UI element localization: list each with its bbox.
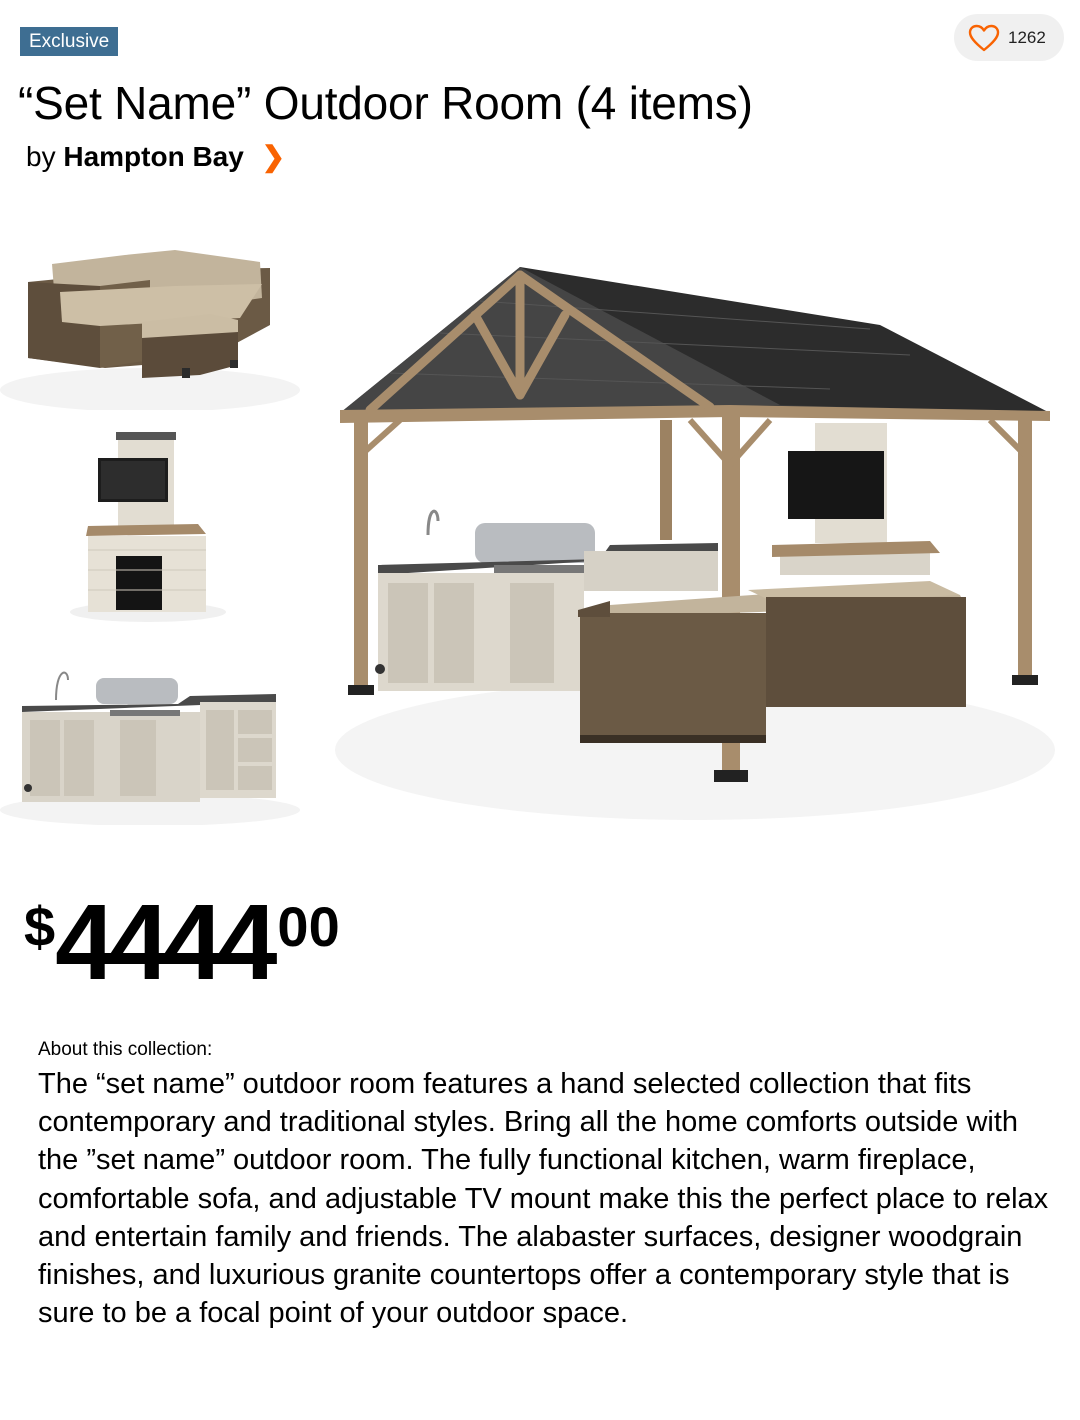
by-prefix: by: [26, 141, 56, 172]
brand-line: by Hampton Bay ❯: [26, 140, 285, 173]
sofa-image: [0, 250, 300, 410]
heart-outline-icon: [968, 24, 1000, 51]
about-description: The “set name” outdoor room features a h…: [38, 1068, 1049, 1330]
favorite-count: 1262: [1008, 27, 1046, 47]
exclusive-badge: Exclusive: [20, 27, 119, 56]
price-whole: 4444: [55, 881, 277, 1002]
price-cents: 00: [277, 895, 340, 958]
favorite-button[interactable]: 1262: [954, 14, 1064, 61]
price-currency: $: [24, 895, 56, 958]
main-product-image: [310, 245, 1080, 835]
thumbnail-fireplace[interactable]: [68, 430, 226, 624]
thumbnail-kitchen[interactable]: [0, 660, 300, 825]
about-label: About this collection:: [38, 1039, 213, 1060]
product-title: “Set Name” Outdoor Room (4 items): [18, 77, 753, 129]
fireplace-image: [68, 430, 226, 624]
gazebo-image: [310, 245, 1080, 835]
thumbnail-sofa[interactable]: [0, 240, 300, 410]
kitchen-image: [0, 671, 300, 825]
price: $4444 00: [24, 888, 340, 996]
chevron-right-icon[interactable]: ❯: [262, 140, 285, 173]
brand-link[interactable]: Hampton Bay: [63, 141, 243, 172]
